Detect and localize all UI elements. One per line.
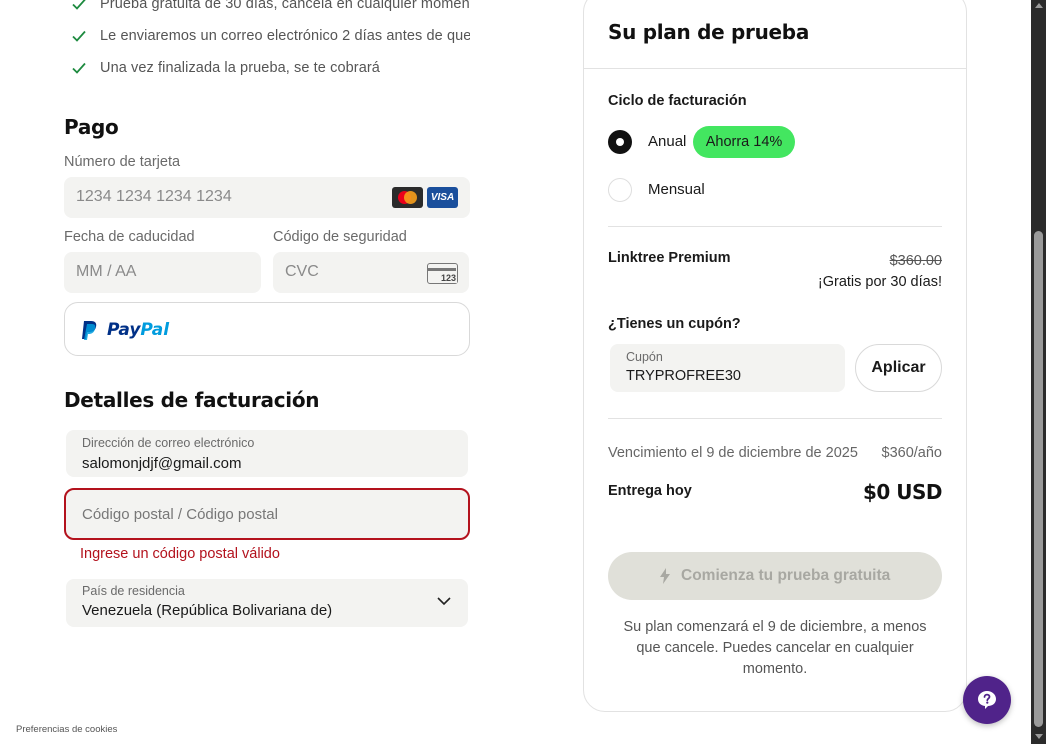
plan-title: Su plan de prueba bbox=[608, 20, 810, 44]
cvc-placeholder: CVC bbox=[285, 263, 319, 280]
start-trial-button[interactable]: Comienza tu prueba gratuita bbox=[608, 552, 942, 600]
trial-benefit-text: Le enviaremos un correo electrónico 2 dí… bbox=[100, 28, 470, 44]
trial-benefit-item: Le enviaremos un correo electrónico 2 dí… bbox=[72, 26, 470, 46]
start-trial-label: Comienza tu prueba gratuita bbox=[681, 567, 891, 584]
coupon-value: TRYPROFREE30 bbox=[626, 368, 741, 384]
card-number-label: Número de tarjeta bbox=[64, 154, 181, 170]
lightning-icon bbox=[660, 568, 670, 584]
original-price: $360.00 bbox=[889, 253, 942, 269]
billing-heading: Detalles de facturación bbox=[64, 388, 320, 412]
panel-divider bbox=[584, 68, 966, 69]
apply-coupon-button[interactable]: Aplicar bbox=[855, 344, 942, 392]
email-field[interactable]: Dirección de correo electrónico salomonj… bbox=[66, 430, 468, 477]
mastercard-icon bbox=[392, 187, 423, 208]
country-select[interactable]: País de residencia Venezuela (República … bbox=[66, 579, 468, 627]
card-number-input[interactable]: 1234 1234 1234 1234 VISA bbox=[64, 177, 470, 218]
country-label: País de residencia bbox=[82, 584, 185, 598]
help-button[interactable] bbox=[963, 676, 1011, 724]
trial-benefit-item: Una vez finalizada la prueba, se te cobr… bbox=[72, 58, 470, 78]
checkmark-icon bbox=[72, 0, 86, 10]
card-cvc-icon: 123 bbox=[427, 263, 458, 284]
plan-footnote: Su plan comenzará el 9 de diciembre, a m… bbox=[623, 619, 927, 677]
monthly-label[interactable]: Mensual bbox=[648, 181, 705, 198]
scroll-up-arrow[interactable] bbox=[1034, 3, 1043, 8]
panel-divider bbox=[608, 418, 942, 419]
paypal-wordmark: PayPal bbox=[107, 320, 170, 340]
chevron-down-icon bbox=[437, 597, 451, 606]
free-trial-text: ¡Gratis por 30 días! bbox=[817, 274, 942, 290]
scrollbar-thumb[interactable] bbox=[1034, 231, 1043, 727]
postal-code-input[interactable]: Código postal / Código postal bbox=[64, 488, 470, 540]
card-number-placeholder: 1234 1234 1234 1234 bbox=[76, 188, 232, 205]
due-today-label: Entrega hoy bbox=[608, 483, 692, 499]
question-mark-icon bbox=[978, 691, 996, 709]
cvc-label: Código de seguridad bbox=[273, 229, 407, 245]
trial-benefit-item: Prueba gratuita de 30 días, cancela en c… bbox=[72, 0, 470, 14]
renewal-date: Vencimiento el 9 de diciembre de 2025 bbox=[608, 445, 858, 461]
billing-cycle-label: Ciclo de facturación bbox=[608, 93, 747, 109]
annual-radio[interactable] bbox=[608, 130, 632, 154]
checkmark-icon bbox=[72, 30, 86, 42]
email-label: Dirección de correo electrónico bbox=[82, 436, 255, 450]
paypal-button[interactable]: PayPal bbox=[64, 302, 470, 356]
product-name: Linktree Premium bbox=[608, 250, 731, 266]
paypal-icon bbox=[82, 321, 97, 340]
country-value: Venezuela (República Bolivariana de) bbox=[82, 602, 333, 619]
payment-heading: Pago bbox=[64, 115, 119, 139]
trial-benefit-text: Prueba gratuita de 30 días, cancela en c… bbox=[100, 0, 470, 12]
cvc-input[interactable]: CVC 123 bbox=[273, 252, 469, 293]
coupon-question: ¿Tienes un cupón? bbox=[608, 316, 741, 332]
visa-icon: VISA bbox=[427, 187, 458, 208]
expiry-input[interactable]: MM / AA bbox=[64, 252, 261, 293]
cookie-preferences-link[interactable]: Preferencias de cookies bbox=[16, 724, 117, 735]
expiry-label: Fecha de caducidad bbox=[64, 229, 195, 245]
expiry-placeholder: MM / AA bbox=[76, 263, 137, 280]
postal-code-placeholder: Código postal / Código postal bbox=[82, 506, 278, 523]
trial-benefit-text: Una vez finalizada la prueba, se te cobr… bbox=[100, 60, 380, 76]
panel-divider bbox=[608, 226, 942, 227]
coupon-input[interactable]: Cupón TRYPROFREE30 bbox=[610, 344, 845, 392]
email-value: salomonjdjf@gmail.com bbox=[82, 455, 242, 472]
apply-label: Aplicar bbox=[871, 359, 926, 376]
checkmark-icon bbox=[72, 62, 86, 74]
savings-badge: Ahorra 14% bbox=[693, 126, 795, 158]
renewal-price: $360/año bbox=[881, 445, 942, 461]
scroll-down-arrow[interactable] bbox=[1034, 734, 1043, 739]
postal-code-error: Ingrese un código postal válido bbox=[80, 546, 280, 562]
due-today-amount: $0 USD bbox=[862, 480, 943, 504]
annual-label[interactable]: Anual bbox=[648, 133, 686, 150]
coupon-label: Cupón bbox=[626, 350, 663, 364]
monthly-radio[interactable] bbox=[608, 178, 632, 202]
